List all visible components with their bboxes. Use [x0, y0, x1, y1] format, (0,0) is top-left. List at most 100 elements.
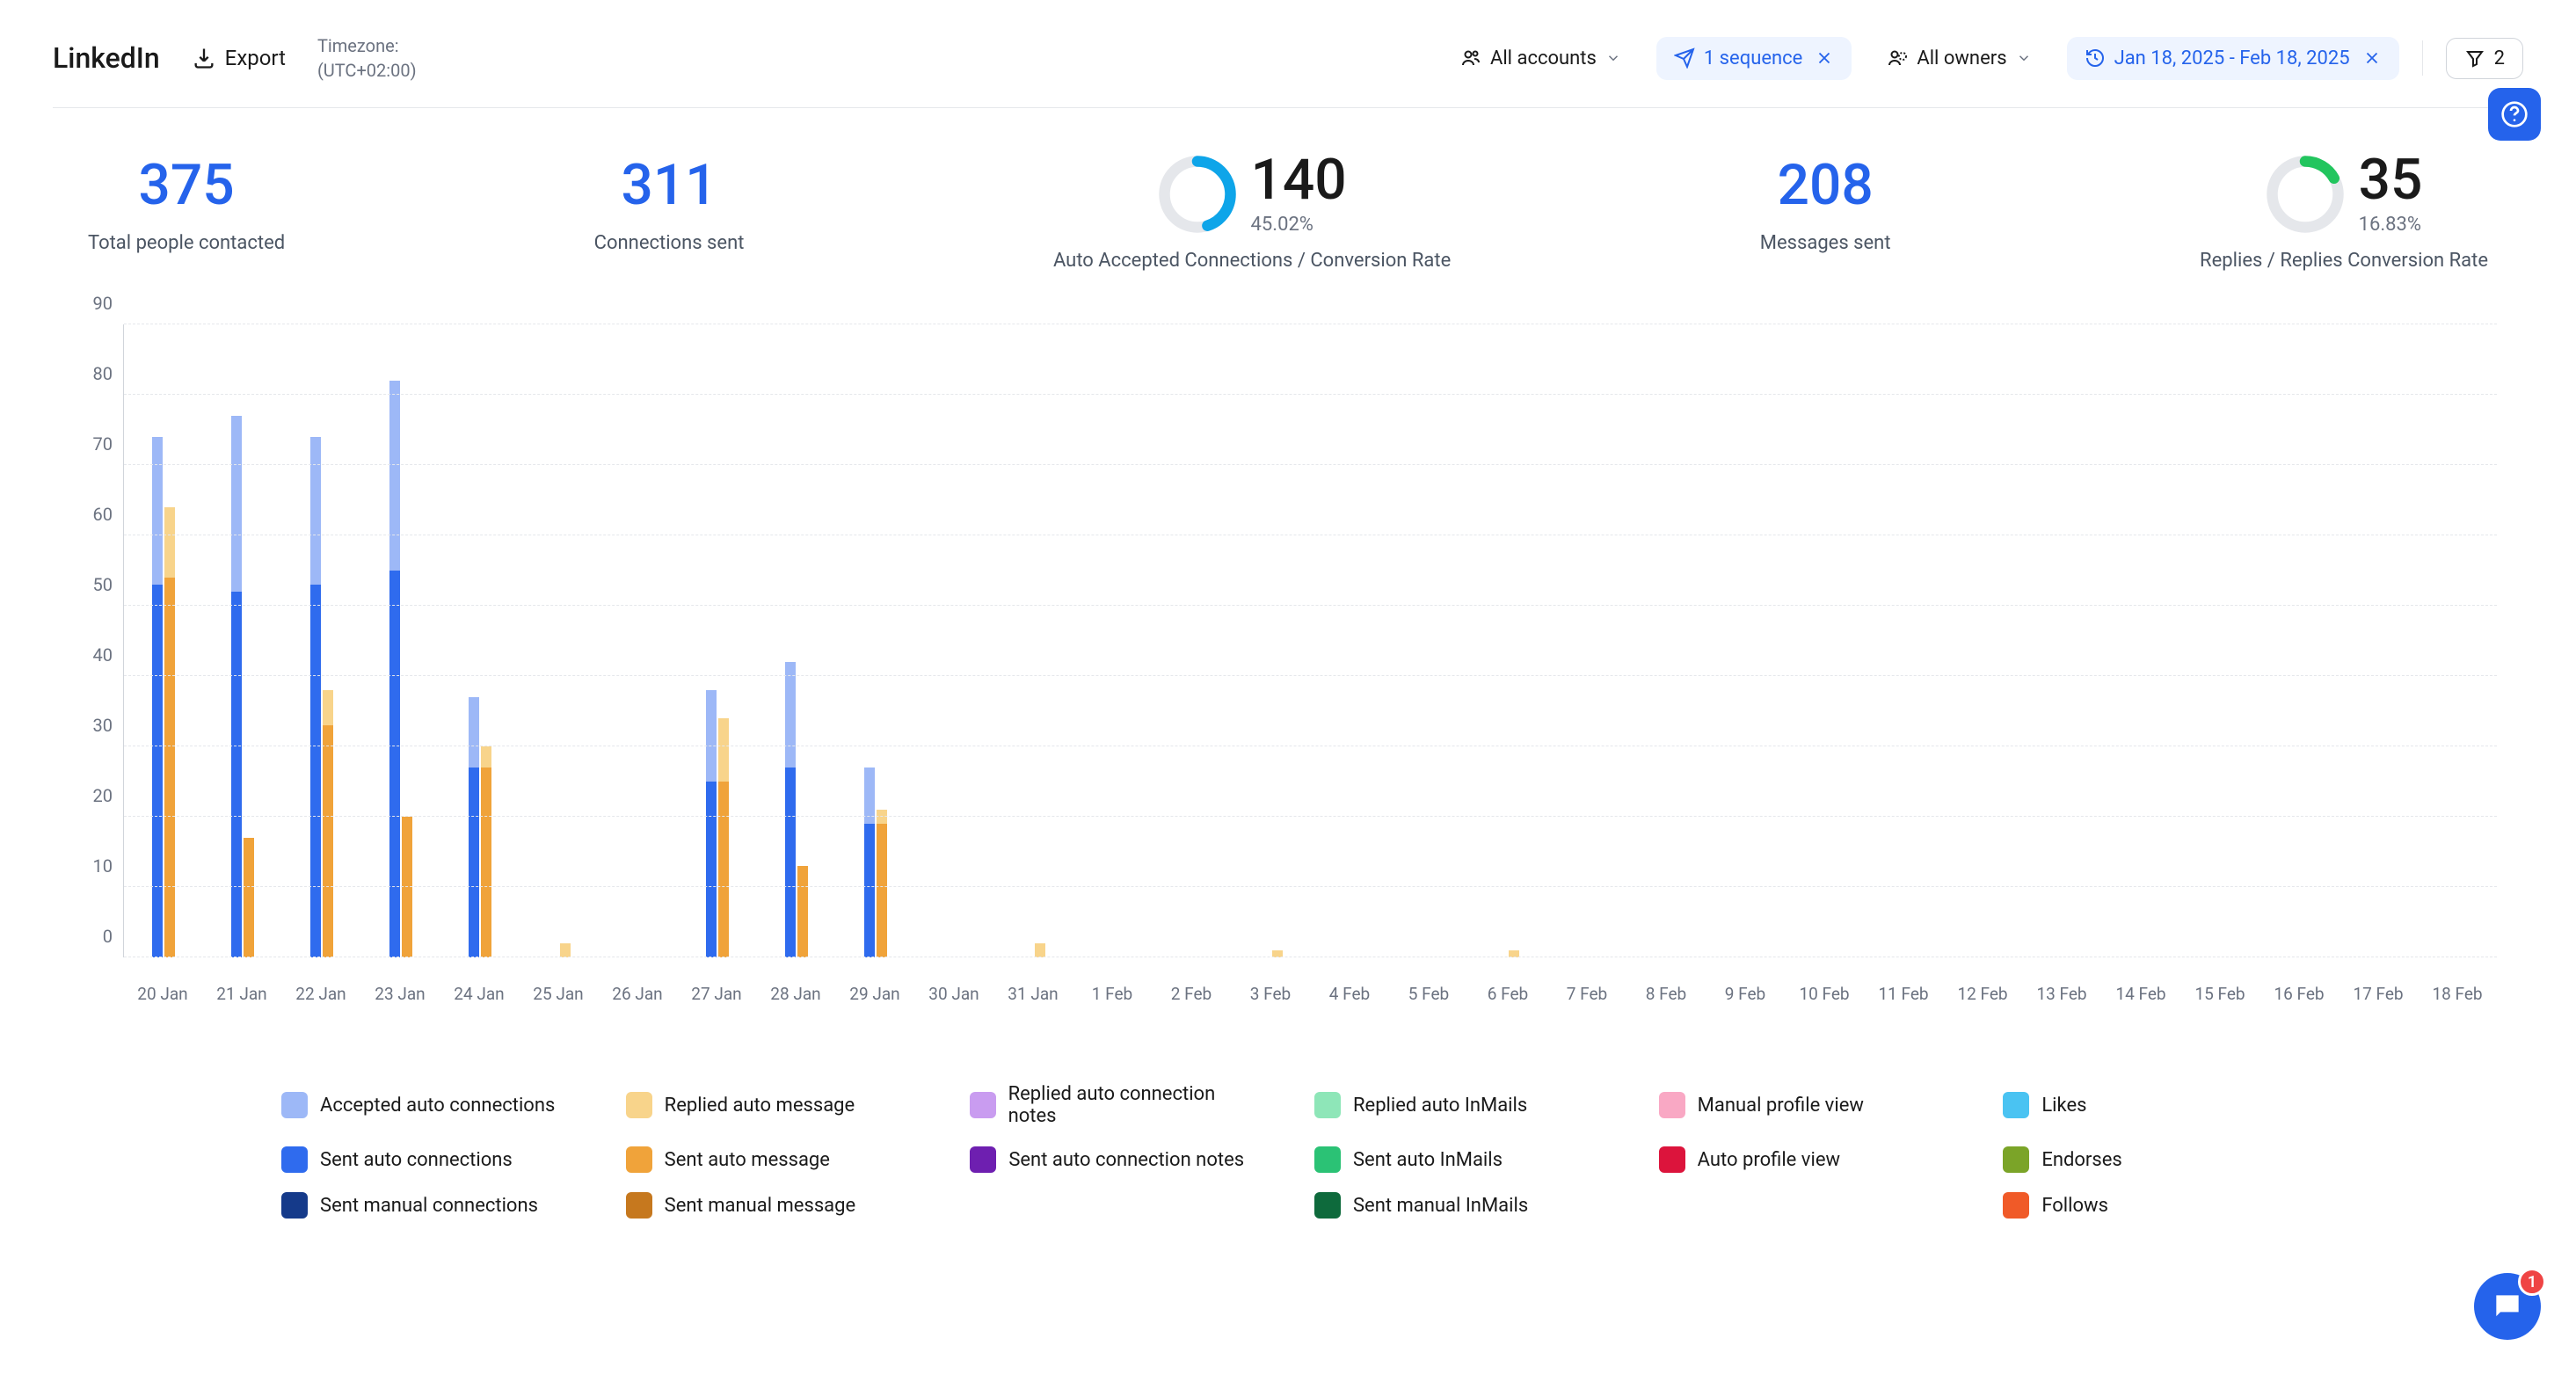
- help-button[interactable]: [2488, 88, 2541, 141]
- legend-swatch: [626, 1092, 652, 1118]
- legend-item[interactable]: Endorses: [2003, 1146, 2295, 1173]
- legend-swatch: [2003, 1092, 2029, 1118]
- legend-item[interactable]: Replied auto connection notes: [970, 1083, 1262, 1127]
- bar-group: [203, 324, 282, 957]
- legend-item[interactable]: Manual profile view: [1659, 1083, 1951, 1127]
- bar-stack: [877, 810, 887, 957]
- bar-group: [2022, 324, 2101, 957]
- x-tick: 3 Feb: [1231, 984, 1310, 1004]
- legend-item[interactable]: Accepted auto connections: [281, 1083, 573, 1127]
- x-axis: 20 Jan21 Jan22 Jan23 Jan24 Jan25 Jan26 J…: [123, 984, 2497, 1004]
- x-tick: 9 Feb: [1706, 984, 1785, 1004]
- divider: [2422, 40, 2423, 76]
- y-tick: 40: [93, 644, 113, 666]
- legend-item[interactable]: [1659, 1192, 1951, 1219]
- owners-dropdown[interactable]: All owners: [1869, 37, 2048, 80]
- legend-label: Auto profile view: [1698, 1149, 1840, 1171]
- legend-label: Sent manual InMails: [1353, 1195, 1528, 1217]
- stat-replies: 35 16.83% Replies / Replies Conversion R…: [2200, 152, 2488, 272]
- legend-swatch: [1314, 1192, 1341, 1219]
- legend-item[interactable]: Replied auto InMails: [1314, 1083, 1606, 1127]
- legend-label: Manual profile view: [1698, 1095, 1864, 1117]
- y-tick: 90: [93, 293, 113, 314]
- x-tick: 11 Feb: [1864, 984, 1943, 1004]
- legend-label: Replied auto connection notes: [1008, 1083, 1262, 1127]
- filter-button[interactable]: 2: [2446, 38, 2523, 79]
- bar-group: [599, 324, 678, 957]
- bar-segment: [389, 571, 400, 957]
- legend-item[interactable]: Sent auto connections: [281, 1146, 573, 1173]
- bar-stack: [797, 866, 808, 957]
- x-tick: 10 Feb: [1785, 984, 1864, 1004]
- x-tick: 23 Jan: [360, 984, 440, 1004]
- bar-segment: [560, 943, 571, 957]
- x-tick: 13 Feb: [2022, 984, 2101, 1004]
- legend-label: Sent manual connections: [320, 1195, 538, 1217]
- stat-pct: 45.02%: [1251, 214, 1347, 236]
- legend-item[interactable]: Auto profile view: [1659, 1146, 1951, 1173]
- x-tick: 1 Feb: [1073, 984, 1152, 1004]
- legend-item[interactable]: Follows: [2003, 1192, 2295, 1219]
- chat-badge: 1: [2518, 1268, 2546, 1296]
- legend-item[interactable]: Sent auto connection notes: [970, 1146, 1262, 1173]
- bar-group: [124, 324, 203, 957]
- legend-swatch: [1314, 1092, 1341, 1118]
- legend-item[interactable]: Likes: [2003, 1083, 2295, 1127]
- daterange-filter[interactable]: Jan 18, 2025 - Feb 18, 2025: [2067, 37, 2399, 80]
- bar-segment: [152, 585, 163, 957]
- legend-label: Sent auto connections: [320, 1149, 513, 1171]
- x-tick: 8 Feb: [1626, 984, 1706, 1004]
- chat-button[interactable]: 1: [2474, 1273, 2541, 1340]
- bar-group: [2101, 324, 2180, 957]
- accounts-dropdown[interactable]: All accounts: [1443, 37, 1639, 80]
- bar-stack: [785, 662, 796, 957]
- legend-item[interactable]: Sent manual InMails: [1314, 1192, 1606, 1219]
- gridline: [124, 816, 2497, 817]
- legend-label: Replied auto message: [665, 1095, 855, 1117]
- bar-segment: [718, 718, 729, 782]
- x-tick: 20 Jan: [123, 984, 202, 1004]
- download-icon: [192, 46, 216, 70]
- stat-label: Total people contacted: [88, 232, 285, 254]
- legend-item[interactable]: Replied auto message: [626, 1083, 918, 1127]
- legend-item[interactable]: Sent manual message: [626, 1192, 918, 1219]
- bar-group: [1311, 324, 1390, 957]
- bar-stack: [706, 690, 717, 957]
- stat-value: 311: [621, 152, 717, 218]
- legend-item[interactable]: Sent auto message: [626, 1146, 918, 1173]
- close-icon[interactable]: [2362, 48, 2382, 68]
- legend-label: Sent auto InMails: [1353, 1149, 1503, 1171]
- bar-segment: [718, 782, 729, 957]
- legend-item[interactable]: Sent auto InMails: [1314, 1146, 1606, 1173]
- gridline: [124, 886, 2497, 887]
- bar-stack: [152, 437, 163, 957]
- export-label: Export: [225, 46, 286, 70]
- owners-label: All owners: [1917, 47, 2006, 69]
- bar-group: [1785, 324, 1864, 957]
- sequence-filter[interactable]: 1 sequence: [1656, 37, 1852, 80]
- x-tick: 22 Jan: [281, 984, 360, 1004]
- bar-segment: [797, 866, 808, 957]
- stat-contacted: 375 Total people contacted: [88, 152, 285, 272]
- bar-stack: [323, 690, 333, 957]
- filter-count: 2: [2494, 47, 2505, 69]
- x-tick: 27 Jan: [677, 984, 756, 1004]
- stat-label: Messages sent: [1760, 232, 1891, 254]
- bar-group: [1943, 324, 2022, 957]
- legend-label: Sent manual message: [665, 1195, 856, 1217]
- legend-swatch: [1314, 1146, 1341, 1173]
- legend-swatch: [970, 1146, 996, 1173]
- legend-swatch: [970, 1092, 995, 1118]
- bar-group: [1706, 324, 1785, 957]
- legend-swatch: [1659, 1092, 1685, 1118]
- stat-value: 35: [2359, 152, 2423, 208]
- daterange-label: Jan 18, 2025 - Feb 18, 2025: [2114, 47, 2350, 69]
- send-icon: [1674, 47, 1695, 69]
- legend-item[interactable]: Sent manual connections: [281, 1192, 573, 1219]
- export-button[interactable]: Export: [192, 46, 286, 70]
- bar-stack: [244, 838, 254, 957]
- close-icon[interactable]: [1815, 48, 1834, 68]
- stat-label: Replies / Replies Conversion Rate: [2200, 250, 2488, 272]
- legend-item[interactable]: [970, 1192, 1262, 1219]
- bar-segment: [152, 437, 163, 585]
